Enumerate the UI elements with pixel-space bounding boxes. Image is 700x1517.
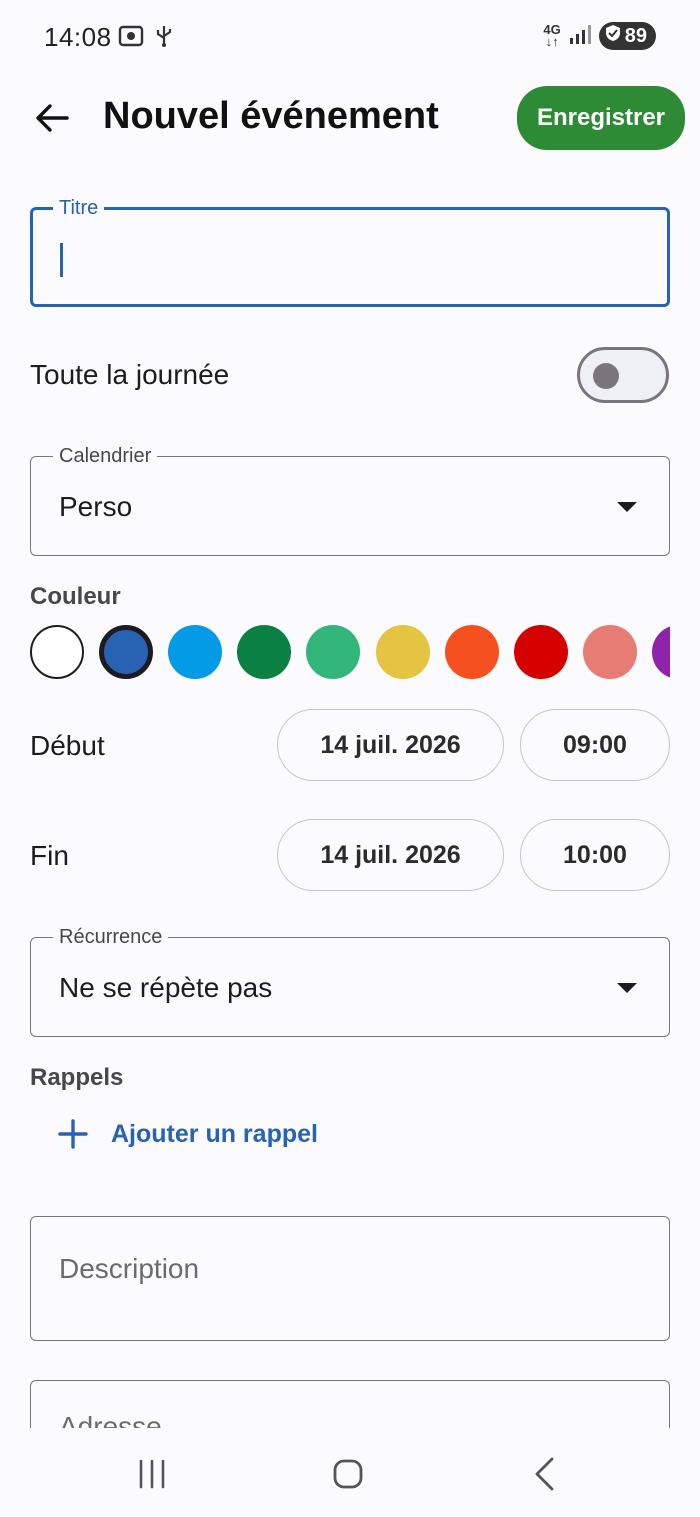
recurrence-value: Ne se répète pas bbox=[59, 972, 273, 1003]
status-icons bbox=[118, 24, 174, 53]
plus-icon bbox=[58, 1119, 88, 1149]
screenshot-icon bbox=[118, 24, 144, 53]
text-caret bbox=[60, 243, 63, 277]
battery-indicator: 89 bbox=[598, 22, 656, 50]
battery-level: 89 bbox=[624, 24, 647, 47]
recent-apps-icon bbox=[139, 1459, 165, 1489]
start-label: Début bbox=[30, 730, 105, 761]
color-swatch-green[interactable] bbox=[237, 625, 291, 679]
chevron-left-icon bbox=[535, 1457, 554, 1491]
all-day-label: Toute la journée bbox=[30, 359, 230, 390]
end-time-button[interactable]: 10:00 bbox=[520, 819, 670, 891]
start-date-button[interactable]: 14 juil. 2026 bbox=[277, 709, 504, 781]
color-swatch-light-blue[interactable] bbox=[168, 625, 222, 679]
add-reminder-label: Ajouter un rappel bbox=[111, 1119, 318, 1148]
address-placeholder: Adresse bbox=[59, 1411, 162, 1428]
start-time-button[interactable]: 09:00 bbox=[520, 709, 670, 781]
save-button[interactable]: Enregistrer bbox=[517, 86, 685, 150]
end-label: Fin bbox=[30, 840, 69, 871]
usb-icon bbox=[154, 24, 174, 53]
title-field[interactable]: Titre bbox=[30, 196, 670, 307]
status-time: 14:08 bbox=[44, 22, 112, 52]
description-placeholder: Description bbox=[59, 1253, 200, 1284]
page-title: Nouvel événement bbox=[103, 95, 439, 137]
back-button[interactable] bbox=[26, 92, 78, 144]
recurrence-select[interactable]: Récurrence Ne se répète pas bbox=[30, 925, 670, 1037]
address-clip: Adresse bbox=[0, 1370, 700, 1428]
home-button[interactable] bbox=[318, 1446, 378, 1502]
all-day-toggle[interactable] bbox=[577, 347, 669, 403]
color-swatch-salmon[interactable] bbox=[583, 625, 637, 679]
calendar-value: Perso bbox=[59, 491, 133, 522]
status-right: 4G ↓↑ 89 bbox=[543, 22, 656, 50]
recurrence-label: Récurrence bbox=[53, 925, 169, 949]
recent-apps-button[interactable] bbox=[122, 1446, 182, 1502]
color-swatch-orange[interactable] bbox=[445, 625, 499, 679]
add-reminder-button[interactable]: Ajouter un rappel bbox=[57, 1118, 318, 1150]
toggle-knob bbox=[593, 363, 619, 389]
title-field-label: Titre bbox=[53, 196, 105, 220]
color-swatch-purple[interactable] bbox=[652, 625, 670, 679]
arrow-left-icon bbox=[36, 104, 69, 132]
calendar-label: Calendrier bbox=[53, 444, 158, 468]
color-swatch-blue-selected[interactable] bbox=[99, 625, 153, 679]
address-field[interactable]: Adresse bbox=[30, 1380, 670, 1428]
system-back-button[interactable] bbox=[514, 1446, 574, 1502]
dropdown-arrow-icon bbox=[617, 502, 637, 512]
reminders-section-label: Rappels bbox=[30, 1064, 124, 1091]
dropdown-arrow-icon bbox=[617, 983, 637, 993]
network-type: 4G ↓↑ bbox=[543, 22, 561, 49]
signal-icon bbox=[569, 23, 591, 50]
color-section-label: Couleur bbox=[30, 583, 121, 610]
color-swatch-white[interactable] bbox=[30, 625, 84, 679]
color-swatch-mint[interactable] bbox=[306, 625, 360, 679]
description-field[interactable]: Description bbox=[30, 1216, 670, 1341]
calendar-select[interactable]: Calendrier Perso bbox=[30, 444, 670, 556]
color-swatch-yellow[interactable] bbox=[376, 625, 430, 679]
color-swatch-red[interactable] bbox=[514, 625, 568, 679]
end-date-button[interactable]: 14 juil. 2026 bbox=[277, 819, 504, 891]
shield-icon bbox=[605, 24, 621, 48]
system-nav-bar bbox=[0, 1428, 700, 1517]
home-icon bbox=[333, 1459, 363, 1489]
